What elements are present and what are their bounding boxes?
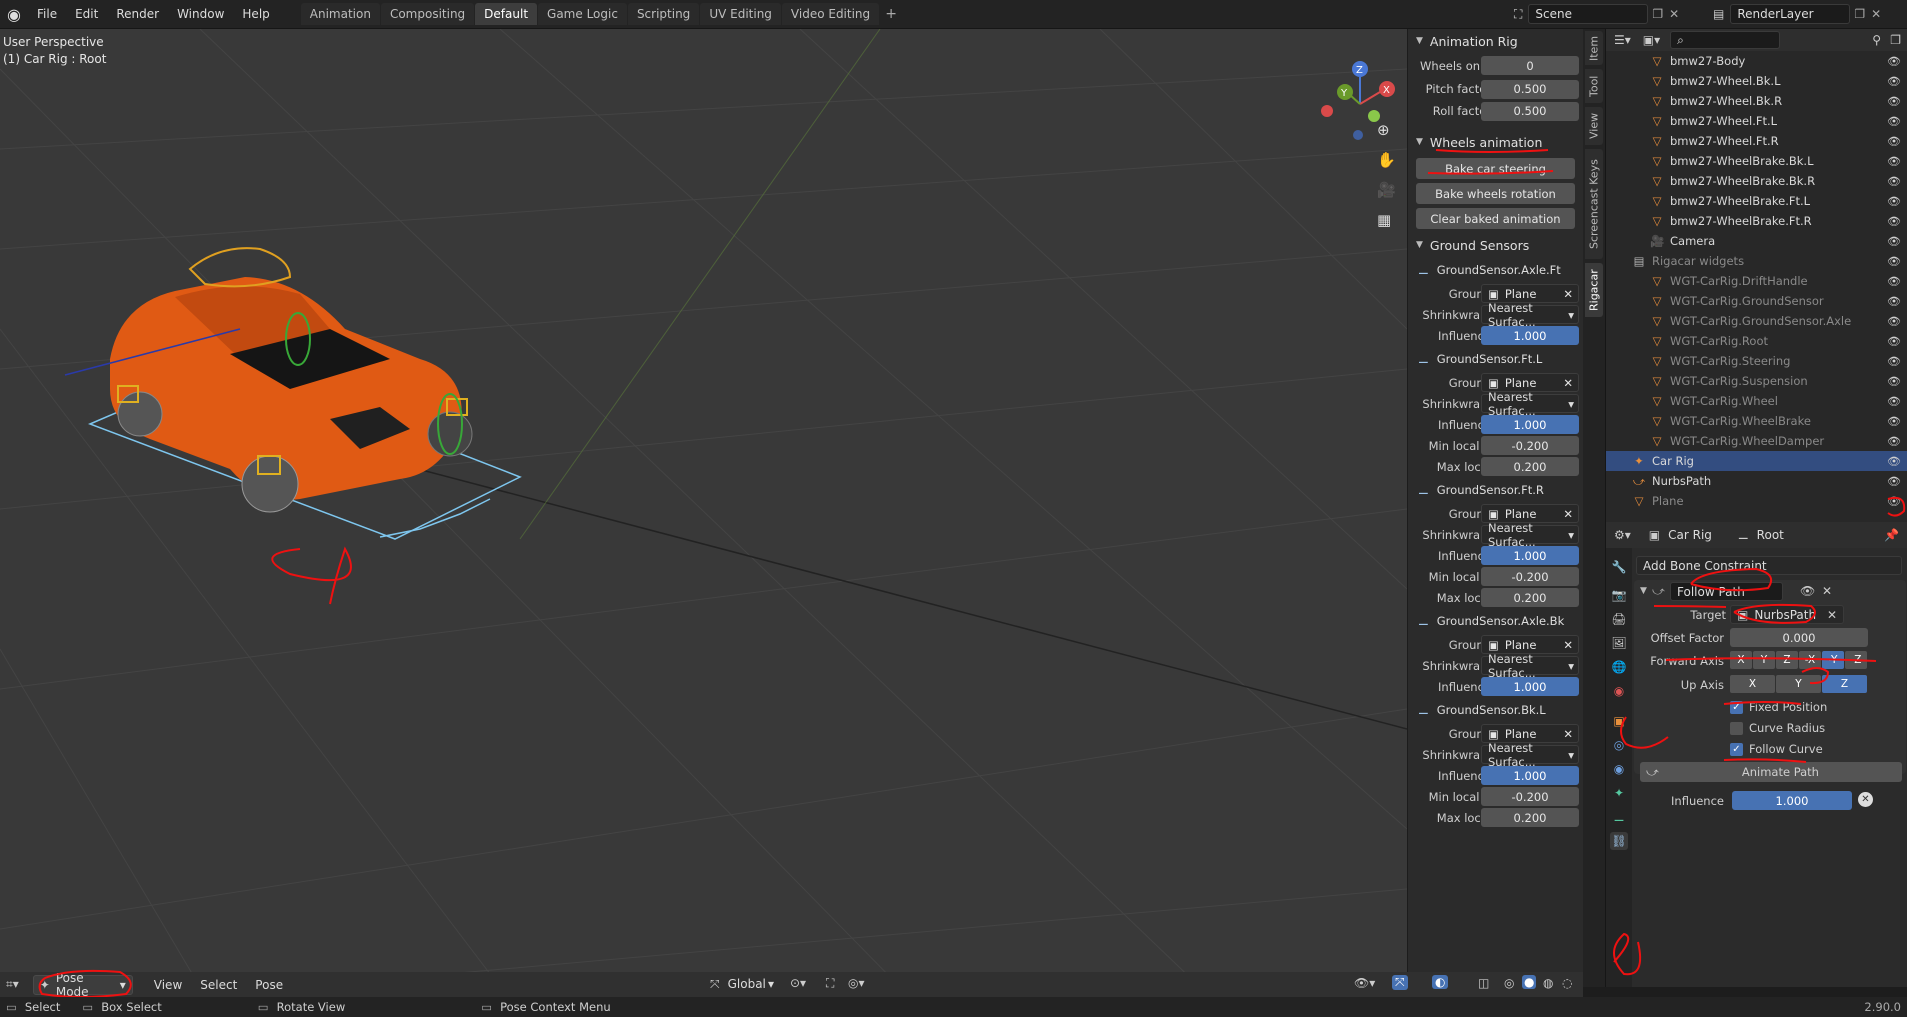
mouse-right-icon: ▭: [481, 1000, 493, 1014]
status-pose-context: Pose Context Menu: [500, 1000, 611, 1014]
status-rotate-view: Rotate View: [276, 1000, 346, 1014]
menu-pose[interactable]: Pose: [246, 978, 292, 992]
viewport-scene: Z X Y: [0, 29, 1407, 987]
gizmo-toggle-icon[interactable]: ⤧: [1392, 975, 1408, 990]
menu-render[interactable]: Render: [107, 7, 168, 21]
viewport-active-object-label: (1) Car Rig : Root: [3, 52, 107, 66]
tab-rigacar[interactable]: Rigacar: [1585, 263, 1603, 317]
npanel-annotations: [1427, 149, 1554, 175]
mode-annotation: [38, 969, 132, 998]
3d-viewport[interactable]: Z X Y User Perspective (1) Car Rig : Roo…: [0, 29, 1407, 987]
props-annotations: [1613, 567, 1877, 976]
transform-orientation-dropdown[interactable]: ⤧ Global ▾: [704, 974, 780, 994]
scene-icon[interactable]: ⛶: [1514, 7, 1522, 22]
wireframe-shading-icon[interactable]: ◎: [1504, 976, 1514, 990]
viewport-perspective-label: User Perspective: [3, 35, 104, 49]
proportional-edit-icon[interactable]: ◎▾: [848, 976, 865, 990]
material-shading-icon[interactable]: ◍: [1543, 976, 1553, 990]
menu-edit[interactable]: Edit: [66, 7, 107, 21]
tab-default[interactable]: Default: [475, 3, 538, 25]
renderlayer-field[interactable]: RenderLayer: [1730, 4, 1851, 24]
version-label: 2.90.0: [1864, 1000, 1901, 1014]
tab-compositing[interactable]: Compositing: [380, 3, 475, 25]
chevron-down-icon: ▾: [767, 977, 774, 991]
menu-file[interactable]: File: [28, 7, 66, 21]
tab-tool[interactable]: Tool: [1585, 69, 1603, 103]
renderlayer-copy-icon[interactable]: ❐: [1854, 7, 1865, 21]
mouse-left-icon: ▭: [6, 1000, 17, 1014]
mouse-rotate-icon: ▭: [257, 1000, 269, 1014]
properties-editor: ⚙▾ ▣ Car Rig ⚊ Root 📌 🔧 📷 🖨 🖼 🌐 ◉ ▣ ◎ ◉ …: [1605, 522, 1907, 987]
tab-item[interactable]: Item: [1585, 31, 1603, 65]
pan-hand-icon[interactable]: ✋: [1377, 151, 1396, 169]
status-box-select: Box Select: [101, 1000, 162, 1014]
ortho-grid-icon[interactable]: ▦: [1377, 211, 1391, 229]
tab-screencast-keys[interactable]: Screencast Keys: [1585, 149, 1603, 259]
svg-text:X: X: [1383, 85, 1390, 96]
npanel-tabs: Item Tool View Screencast Keys Rigacar: [1583, 29, 1605, 987]
snap-icon[interactable]: ⛶: [826, 976, 834, 991]
camera-view-icon[interactable]: 🎥: [1377, 181, 1396, 199]
scene-copy-icon[interactable]: ❐: [1652, 7, 1663, 21]
menu-help[interactable]: Help: [233, 7, 278, 21]
add-workspace-icon[interactable]: +: [880, 3, 902, 25]
outliner-annotations: [1887, 496, 1906, 517]
renderlayer-icon[interactable]: ▤: [1713, 7, 1724, 21]
status-bar: ▭ Select ▭ Box Select ▭ Rotate View ▭ Po…: [0, 997, 1907, 1017]
xray-icon[interactable]: ◫: [1478, 976, 1489, 990]
tab-animation[interactable]: Animation: [300, 3, 380, 25]
solid-shading-icon[interactable]: ●: [1522, 975, 1537, 989]
blender-logo-icon[interactable]: ◉: [0, 0, 28, 29]
viewport-header: ⌗▾ ✦ Pose Mode ▾ View Select Pose ⤧ Global ▾…: [0, 971, 1583, 999]
tab-uv-editing[interactable]: UV Editing: [700, 3, 781, 25]
tab-view[interactable]: View: [1585, 107, 1603, 145]
menu-select[interactable]: Select: [191, 978, 246, 992]
pivot-icon[interactable]: ⊙▾: [790, 976, 806, 990]
scene-field[interactable]: Scene: [1528, 4, 1649, 24]
sidebar-n-panel: ▼ Animation Rig Wheels on... 0 Pitch facto…: [1407, 29, 1583, 987]
menu-window[interactable]: Window: [168, 7, 233, 21]
status-select: Select: [24, 1000, 61, 1014]
renderlayer-close-icon[interactable]: ✕: [1871, 7, 1881, 21]
tab-scripting[interactable]: Scripting: [627, 3, 700, 25]
orientation-icon: ⤧: [710, 976, 720, 991]
svg-text:Z: Z: [1356, 65, 1363, 76]
visibility-icon[interactable]: 👁▾: [1354, 976, 1375, 990]
outliner: ☰▾ ▣▾ ⌕ ⚲ ❐ ▽ bmw27-Body 👁 ▽ bmw27-Wheel.Bk.…: [1605, 29, 1907, 522]
rendered-shading-icon[interactable]: ◌: [1562, 976, 1572, 990]
tab-video-editing[interactable]: Video Editing: [781, 3, 880, 25]
overlay-toggle-icon[interactable]: ◐: [1432, 975, 1449, 989]
tab-game-logic[interactable]: Game Logic: [538, 3, 627, 25]
zoom-icon[interactable]: ⊕: [1377, 121, 1390, 139]
scene-close-icon[interactable]: ✕: [1669, 7, 1679, 21]
top-bar: ◉ File Edit Render Window Help Animation…: [0, 0, 1907, 29]
mouse-middle-icon: ▭: [82, 1000, 94, 1014]
svg-text:Y: Y: [1340, 88, 1348, 99]
